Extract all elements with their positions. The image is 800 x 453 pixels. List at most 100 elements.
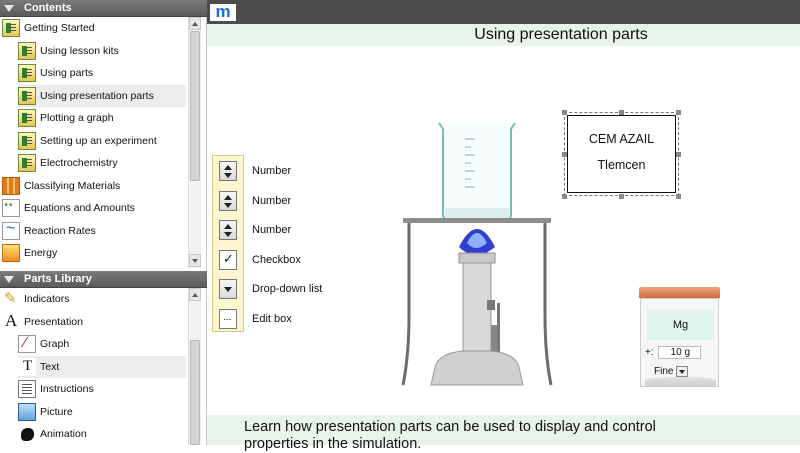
dropdown-icon[interactable] [219, 279, 237, 299]
tree-item[interactable]: Equations and Amounts [2, 197, 186, 219]
resize-handle[interactable] [676, 110, 681, 115]
tree-item-label: Presentation [24, 315, 83, 328]
tree-item-label: Reaction Rates [24, 224, 96, 237]
resize-handle[interactable] [619, 194, 624, 199]
bunsen-burner[interactable] [430, 252, 524, 386]
grain-select[interactable]: Fine [654, 366, 689, 377]
footer-description: Learn how presentation parts can be used… [244, 419, 656, 452]
tree-item-label: Animation [40, 428, 87, 440]
tree-item-label: Electrochemistry [40, 157, 118, 169]
spinner-icon[interactable] [219, 190, 237, 211]
tree-item[interactable]: Graph [18, 333, 186, 355]
parts-library-header[interactable]: Parts Library [0, 271, 207, 288]
scroll-down-icon[interactable] [189, 254, 201, 267]
letter-a-icon [2, 311, 20, 331]
tree-item[interactable]: Using presentation parts [18, 84, 186, 107]
grain-value: Fine [654, 366, 674, 377]
text-part-line2: Tlemcen [597, 158, 646, 172]
tree-item[interactable]: Plotting a graph [18, 107, 186, 129]
amount-field[interactable]: 10 g [657, 346, 701, 359]
tree-item-label: Using lesson kits [40, 44, 119, 57]
folder-icon [2, 19, 20, 37]
contents-scrollbar[interactable] [188, 17, 201, 268]
tree-item-label: Text [40, 360, 60, 373]
control-item[interactable]: Edit box [212, 305, 362, 334]
instructions-icon [18, 380, 36, 398]
contents-header-label: Contents [24, 2, 72, 14]
text-part-line1: CEM AZAIL [588, 132, 655, 146]
wave-icon [2, 220, 20, 240]
tree-item[interactable]: Electrochemistry [18, 152, 186, 174]
tree-item[interactable]: Animation [18, 423, 186, 445]
collapse-arrow-icon[interactable] [4, 275, 14, 283]
resize-handle[interactable] [619, 110, 624, 115]
animation-icon [18, 425, 36, 443]
document-icon [18, 109, 36, 127]
resize-handle[interactable] [562, 194, 567, 199]
footer-strip: Learn how presentation parts can be used… [207, 415, 800, 452]
text-part[interactable]: CEM AZAIL Tlemcen [567, 115, 676, 193]
document-icon [18, 41, 36, 60]
control-label: Edit box [252, 312, 292, 325]
tree-item-label: Instructions [40, 383, 94, 395]
tree-item[interactable]: Classifying Materials [2, 175, 186, 197]
resize-handle[interactable] [676, 152, 681, 157]
tree-item-label: Picture [40, 405, 73, 418]
reagent-jar[interactable]: Mg +: 10 g Fine [639, 287, 720, 387]
grid-icon [2, 176, 20, 195]
tree-item[interactable]: Energy [2, 242, 186, 264]
spinner-icon[interactable] [219, 161, 237, 181]
document-icon [18, 131, 36, 150]
tree-item-label: Graph [40, 338, 70, 350]
scroll-thumb[interactable] [190, 340, 200, 445]
bunsen-apparatus[interactable] [395, 115, 555, 395]
editbox-icon[interactable] [219, 308, 237, 329]
substance-label: Mg [647, 310, 714, 340]
tree-item[interactable]: Reaction Rates [2, 220, 186, 242]
document-icon [18, 64, 36, 82]
tree-item[interactable]: Setting up an experiment [18, 130, 186, 152]
graph-icon [18, 334, 36, 353]
tree-item[interactable]: Instructions [18, 378, 186, 400]
tree-item[interactable]: Using parts [18, 62, 186, 84]
control-item[interactable]: Checkbox [212, 246, 362, 275]
control-item[interactable]: Number [212, 216, 362, 245]
tree-item-label: Plotting a graph [40, 112, 114, 124]
resize-handle[interactable] [562, 152, 567, 157]
top-toolbar: m [207, 0, 800, 24]
checkbox-icon[interactable] [219, 249, 237, 270]
resize-handle[interactable] [676, 194, 681, 199]
scroll-up-icon[interactable] [189, 17, 201, 30]
beaker[interactable] [438, 122, 516, 221]
tree-item[interactable]: Text [18, 355, 186, 378]
control-item[interactable]: Number [212, 157, 362, 186]
powder-pile [645, 377, 716, 386]
tree-item[interactable]: Picture [18, 401, 186, 423]
document-icon [18, 86, 36, 105]
control-item[interactable]: Drop-down list [212, 275, 362, 304]
contents-tree: Getting Started Using lesson kits Using pa… [0, 17, 188, 268]
pen-icon [2, 289, 20, 308]
tree-item[interactable]: Indicators [2, 288, 186, 310]
chevron-down-icon[interactable] [676, 366, 689, 377]
title-strip: Using presentation parts [207, 24, 800, 46]
collapse-arrow-icon[interactable] [4, 4, 14, 12]
spinner-icon[interactable] [219, 220, 237, 240]
flame-icon [2, 244, 20, 262]
tree-item[interactable]: Getting Started [2, 17, 186, 39]
document-icon [18, 154, 36, 172]
tree-item[interactable]: Using lesson kits [18, 40, 186, 62]
burner-flame [459, 229, 495, 255]
scroll-thumb[interactable] [190, 31, 200, 181]
control-item[interactable]: Number [212, 187, 362, 216]
amount-row: +: 10 g [645, 346, 701, 359]
library-scrollbar[interactable] [188, 288, 201, 445]
tree-item-label: Using parts [40, 67, 94, 79]
tree-item-label: Classifying Materials [24, 179, 121, 192]
contents-header[interactable]: Contents [0, 0, 207, 17]
picture-icon [18, 402, 36, 421]
tree-item-label: Setting up an experiment [40, 134, 157, 147]
resize-handle[interactable] [562, 110, 567, 115]
scroll-up-icon[interactable] [189, 288, 201, 301]
tree-item[interactable]: Presentation [2, 311, 186, 333]
